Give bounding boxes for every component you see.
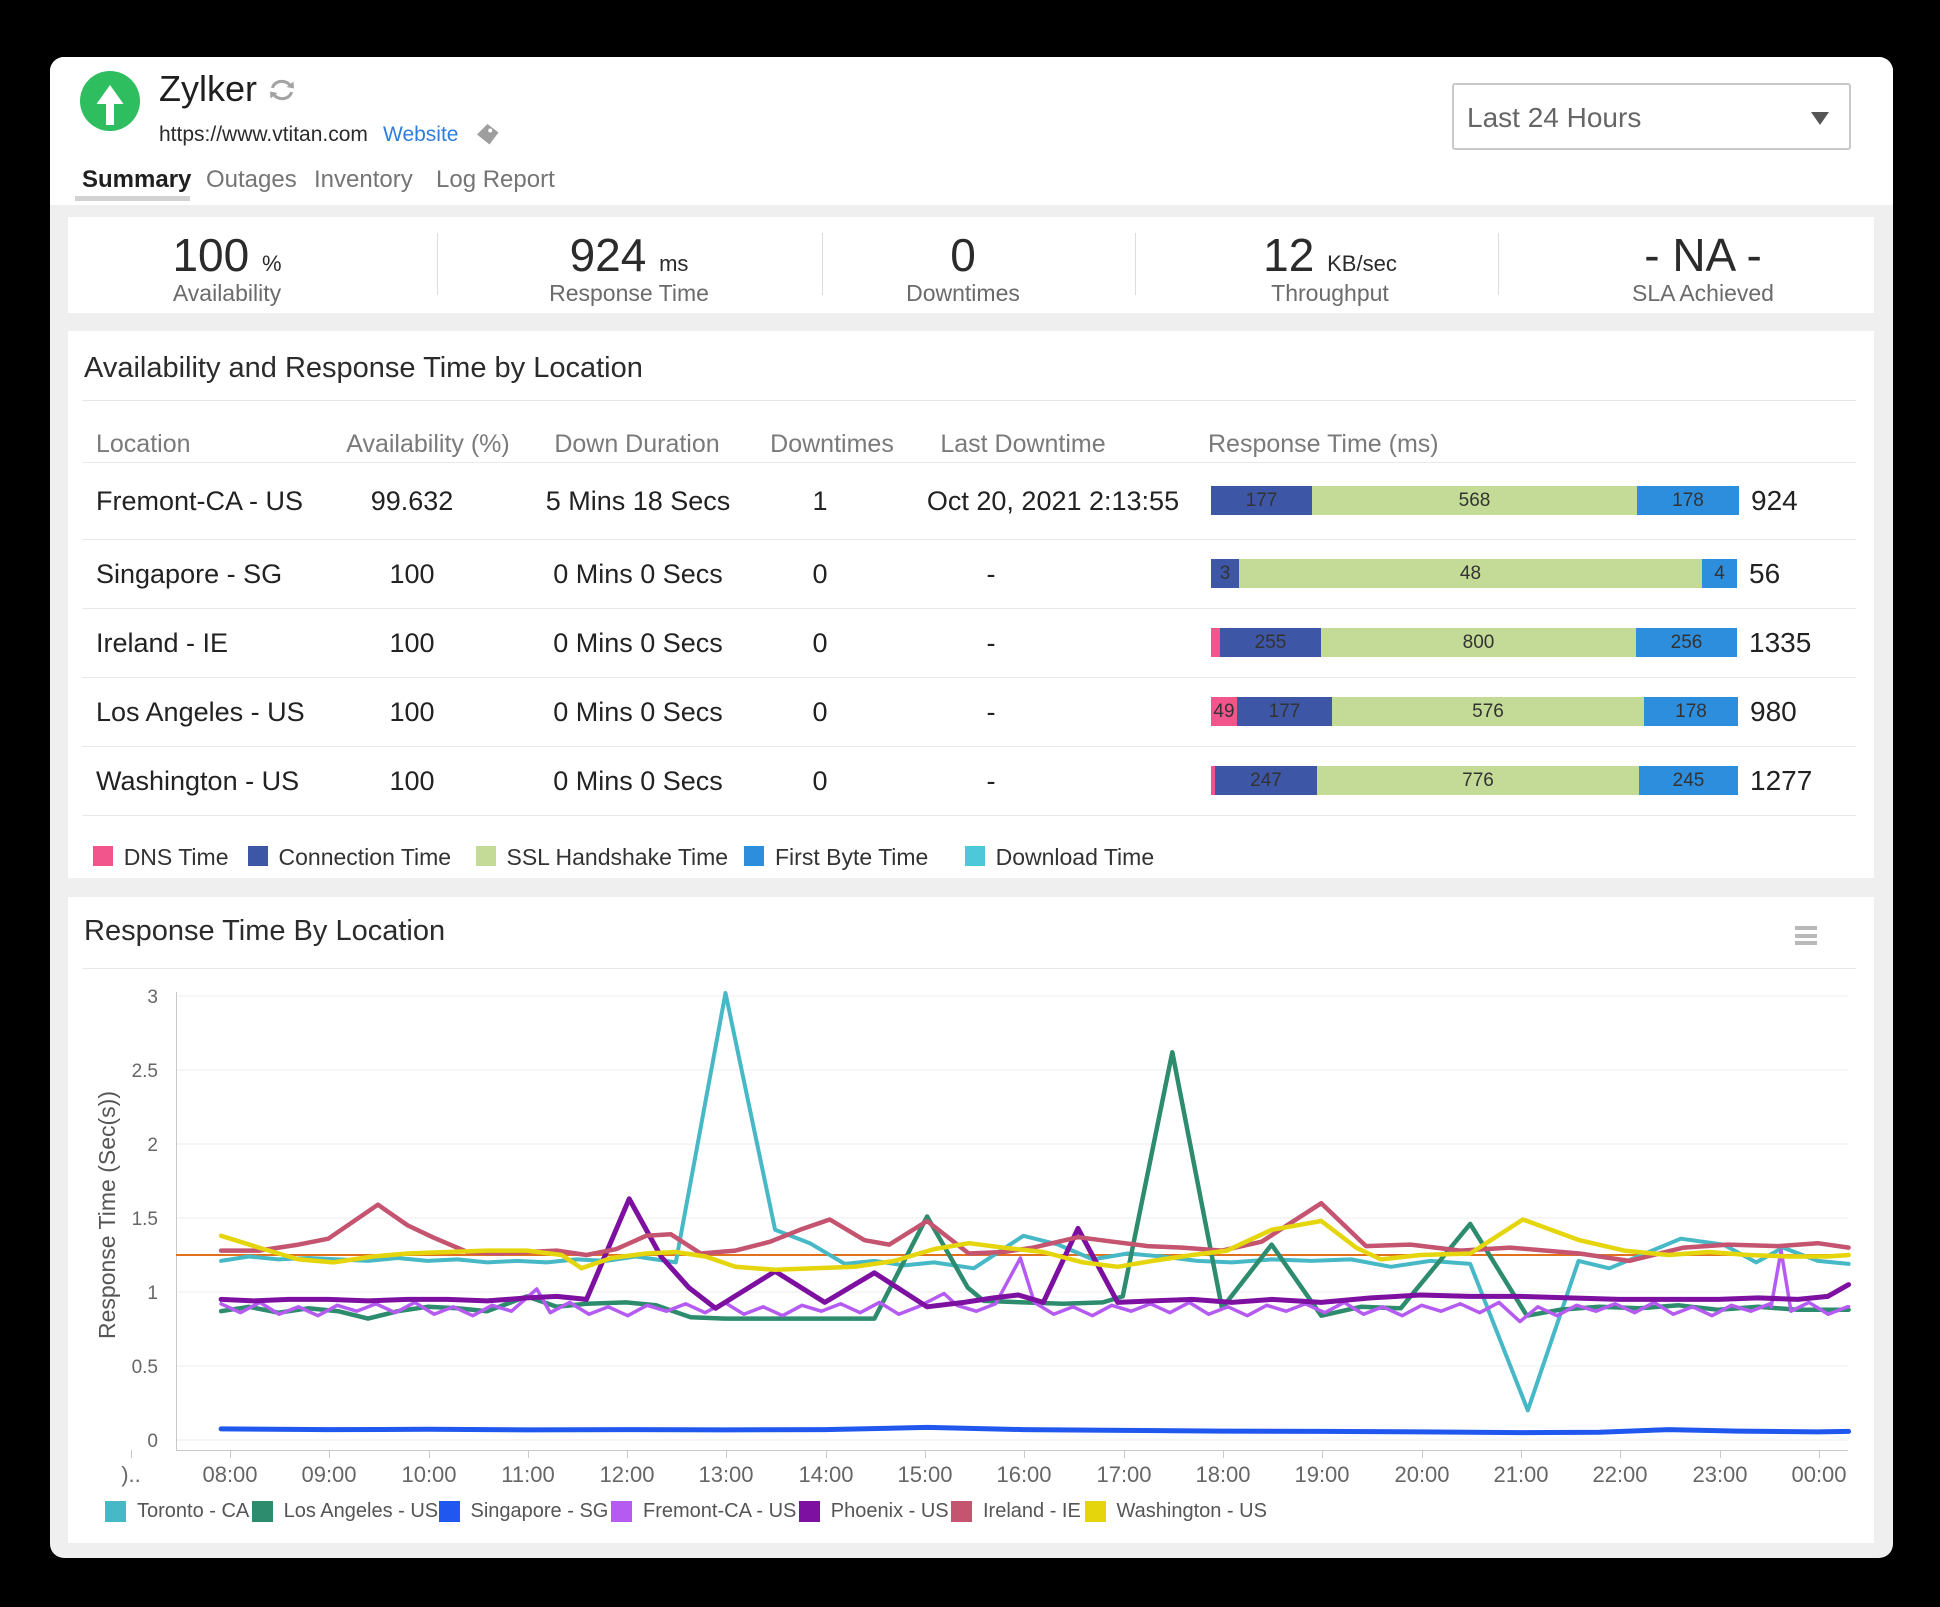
svg-text:15:00: 15:00	[897, 1462, 952, 1487]
svg-text:2.5: 2.5	[132, 1061, 158, 1082]
svg-text:19:00: 19:00	[1294, 1462, 1349, 1487]
svg-text:11:00: 11:00	[501, 1462, 554, 1487]
svg-text:21:00: 21:00	[1493, 1462, 1548, 1487]
svg-text:1.5: 1.5	[132, 1209, 158, 1230]
svg-text:10:00: 10:00	[401, 1462, 456, 1487]
svg-text:16:00: 16:00	[996, 1462, 1051, 1487]
svg-text:22:00: 22:00	[1592, 1462, 1647, 1487]
svg-text:3: 3	[147, 987, 158, 1008]
svg-text:2: 2	[147, 1135, 158, 1156]
svg-text:18:00: 18:00	[1195, 1462, 1250, 1487]
svg-text:Response Time (Sec(s)): Response Time (Sec(s))	[94, 1091, 120, 1339]
svg-text:13:00: 13:00	[698, 1462, 753, 1487]
svg-text:0.5: 0.5	[132, 1357, 158, 1378]
svg-text:09:00: 09:00	[301, 1462, 356, 1487]
svg-text:1: 1	[147, 1283, 158, 1304]
svg-text:23:00: 23:00	[1692, 1462, 1747, 1487]
svg-text:20:00: 20:00	[1394, 1462, 1449, 1487]
svg-text:)..: )..	[121, 1462, 141, 1487]
svg-text:0: 0	[147, 1431, 158, 1452]
svg-text:17:00: 17:00	[1096, 1462, 1151, 1487]
svg-text:08:00: 08:00	[202, 1462, 257, 1487]
svg-text:12:00: 12:00	[599, 1462, 654, 1487]
svg-text:00:00: 00:00	[1791, 1462, 1846, 1487]
svg-text:14:00: 14:00	[798, 1462, 853, 1487]
